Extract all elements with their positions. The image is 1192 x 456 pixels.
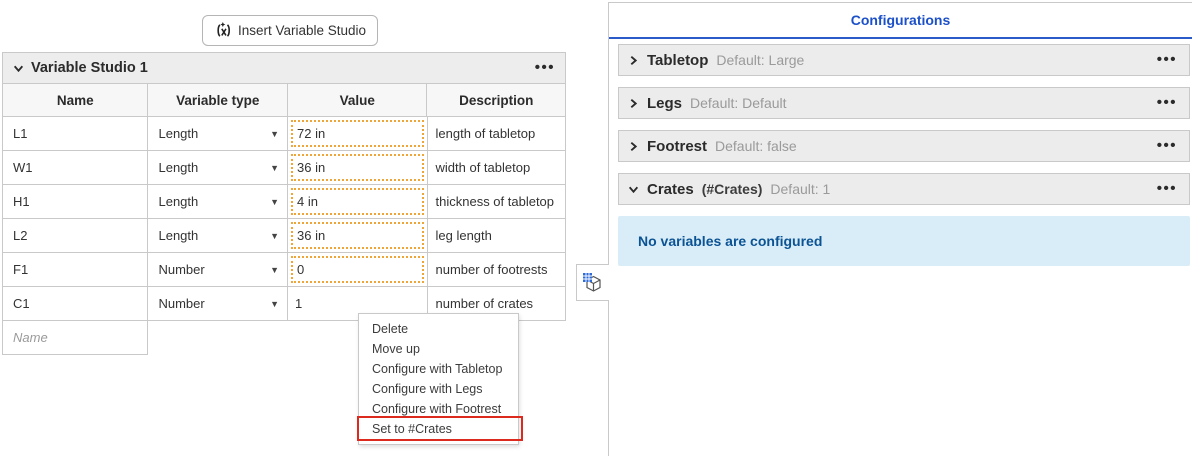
config-row-footrest[interactable]: Footrest Default: false ••• [618,130,1190,162]
type-dropdown[interactable]: Length▼ [148,151,288,185]
column-header-name: Name [3,84,148,117]
dropdown-arrow-icon: ▼ [270,265,279,275]
value-cell: 72 in [288,117,427,151]
value-cell: 36 in [288,151,427,185]
config-default: Default: false [715,138,797,154]
insert-variable-studio-button[interactable]: Insert Variable Studio [202,15,378,46]
no-variables-message: No variables are configured [638,233,822,249]
chevron-down-icon [628,184,639,195]
context-menu: Delete Move up Configure with Tabletop C… [358,313,519,445]
variable-studio-icon [214,21,233,40]
config-name: Legs [647,95,682,112]
overflow-menu-icon[interactable]: ••• [1157,98,1177,108]
table-row: L1 Length▼ 72 in length of tabletop [3,117,565,151]
value-input[interactable]: 36 in [291,154,423,181]
type-dropdown[interactable]: Number▼ [148,287,288,321]
description-cell[interactable]: thickness of tabletop [428,185,566,219]
column-header-description: Description [427,84,565,117]
configurations-panel: Configurations Tabletop Default: Large •… [608,2,1192,456]
config-name: Crates [647,181,694,198]
description-cell[interactable]: number of footrests [428,253,566,287]
configuration-rows: Tabletop Default: Large ••• Legs Default… [609,39,1192,205]
name-cell[interactable]: W1 [3,151,148,185]
name-cell[interactable]: C1 [3,287,148,321]
value-input[interactable]: 0 [291,256,423,283]
name-cell[interactable]: L2 [3,219,148,253]
type-dropdown[interactable]: Length▼ [148,219,288,253]
config-row-crates[interactable]: Crates (#Crates) Default: 1 ••• [618,173,1190,205]
description-cell[interactable]: length of tabletop [428,117,566,151]
overflow-menu-icon[interactable]: ••• [535,63,555,73]
overflow-menu-icon[interactable]: ••• [1157,55,1177,65]
menu-item-configure-with-tabletop[interactable]: Configure with Tabletop [359,359,518,379]
config-name-suffix: (#Crates) [702,181,763,197]
dropdown-arrow-icon: ▼ [270,197,279,207]
menu-item-delete[interactable]: Delete [359,319,518,339]
configured-cube-icon [581,271,605,295]
value-cell: 4 in [288,185,427,219]
chevron-right-icon [628,98,639,109]
name-cell[interactable]: F1 [3,253,148,287]
no-variables-info-box: No variables are configured [618,216,1190,266]
config-default: Default: Default [690,95,787,111]
table-header-row: Name Variable type Value Description [3,84,565,117]
configured-part-tab[interactable] [576,264,609,301]
type-dropdown[interactable]: Length▼ [148,185,288,219]
config-default: Default: Large [716,52,804,68]
app-canvas: Insert Variable Studio Variable Studio 1… [0,0,1192,456]
dropdown-arrow-icon: ▼ [270,299,279,309]
config-name: Tabletop [647,52,708,69]
dropdown-arrow-icon: ▼ [270,163,279,173]
menu-item-configure-with-footrest[interactable]: Configure with Footrest [359,399,518,419]
dropdown-arrow-icon: ▼ [270,231,279,241]
overflow-menu-icon[interactable]: ••• [1157,141,1177,151]
value-input[interactable]: 36 in [291,222,423,249]
table-row: F1 Number▼ 0 number of footrests [3,253,565,287]
description-cell[interactable]: leg length [428,219,566,253]
panel-title: Variable Studio 1 [31,60,148,76]
table-row: W1 Length▼ 36 in width of tabletop [3,151,565,185]
table-row: L2 Length▼ 36 in leg length [3,219,565,253]
name-cell[interactable]: H1 [3,185,148,219]
config-name: Footrest [647,138,707,155]
column-header-type: Variable type [148,84,288,117]
config-row-tabletop[interactable]: Tabletop Default: Large ••• [618,44,1190,76]
menu-item-set-to-crates[interactable]: Set to #Crates [359,419,518,439]
configurations-title-bar: Configurations [609,3,1192,39]
dropdown-arrow-icon: ▼ [270,129,279,139]
config-row-legs[interactable]: Legs Default: Default ••• [618,87,1190,119]
menu-item-move-up[interactable]: Move up [359,339,518,359]
description-cell[interactable]: width of tabletop [428,151,566,185]
name-cell[interactable]: L1 [3,117,148,151]
type-dropdown[interactable]: Number▼ [148,253,288,287]
value-input[interactable]: 72 in [291,120,423,147]
insert-variable-studio-label: Insert Variable Studio [238,23,366,38]
chevron-right-icon [628,55,639,66]
config-default: Default: 1 [770,181,830,197]
value-cell: 0 [288,253,427,287]
table-row: H1 Length▼ 4 in thickness of tabletop [3,185,565,219]
value-cell: 36 in [288,219,427,253]
new-variable-name-input[interactable]: Name [2,321,148,355]
type-dropdown[interactable]: Length▼ [148,117,288,151]
menu-item-configure-with-legs[interactable]: Configure with Legs [359,379,518,399]
variable-studio-panel: Variable Studio 1 ••• Name Variable type… [2,52,566,355]
overflow-menu-icon[interactable]: ••• [1157,184,1177,194]
variable-studio-header[interactable]: Variable Studio 1 ••• [2,52,566,84]
value-input[interactable]: 4 in [291,188,423,215]
chevron-right-icon [628,141,639,152]
variable-table: Name Variable type Value Description L1 … [2,84,566,321]
configurations-title: Configurations [851,12,951,28]
chevron-down-icon [13,63,24,74]
column-header-value: Value [288,84,428,117]
